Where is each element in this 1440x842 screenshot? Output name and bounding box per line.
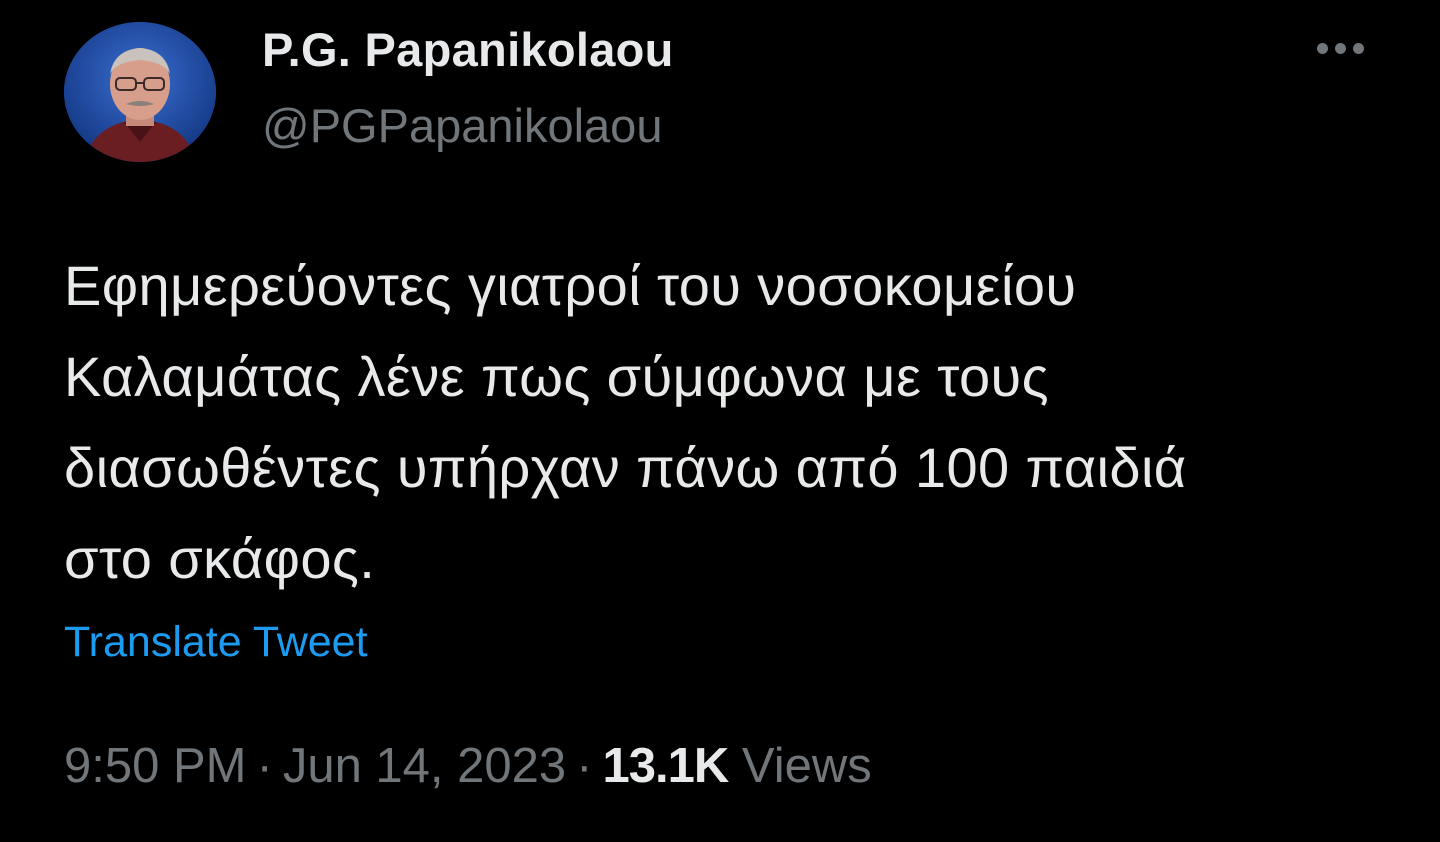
tweet-time[interactable]: 9:50 PM bbox=[64, 739, 246, 793]
tweet-text-line: Εφημερεύοντες γιατροί του νοσοκομείου bbox=[64, 254, 1077, 317]
tweet-text-line: στο σκάφος. bbox=[64, 527, 376, 590]
more-options-button[interactable] bbox=[1306, 28, 1374, 68]
avatar-image bbox=[64, 22, 216, 162]
tweet-text-line: Καλαμάτας λένε πως σύμφωνα με τους bbox=[64, 345, 1049, 408]
avatar[interactable] bbox=[64, 22, 216, 162]
more-horizontal-icon bbox=[1334, 42, 1346, 54]
views-count[interactable]: 13.1K bbox=[603, 739, 730, 793]
meta-separator: · bbox=[576, 739, 593, 793]
meta-separator: · bbox=[256, 739, 273, 793]
translate-tweet-link[interactable]: Translate Tweet bbox=[64, 618, 368, 667]
tweet-text-line: διασωθέντες υπήρχαν πάνω από 100 παιδιά bbox=[64, 436, 1187, 499]
tweet-meta: 9:50 PM · Jun 14, 2023 · 13.1K Views bbox=[64, 738, 872, 794]
display-name[interactable]: P.G. Papanikolaou bbox=[262, 22, 674, 77]
tweet-text: Εφημερεύοντες γιατροί του νοσοκομείου Κα… bbox=[64, 240, 1384, 604]
more-horizontal-icon bbox=[1352, 42, 1364, 54]
user-handle[interactable]: @PGPapanikolaou bbox=[262, 98, 662, 153]
tweet: P.G. Papanikolaou @PGPapanikolaou Εφημερ… bbox=[0, 0, 1440, 842]
views-label: Views bbox=[741, 739, 872, 793]
more-horizontal-icon bbox=[1316, 42, 1328, 54]
tweet-date[interactable]: Jun 14, 2023 bbox=[283, 739, 566, 793]
